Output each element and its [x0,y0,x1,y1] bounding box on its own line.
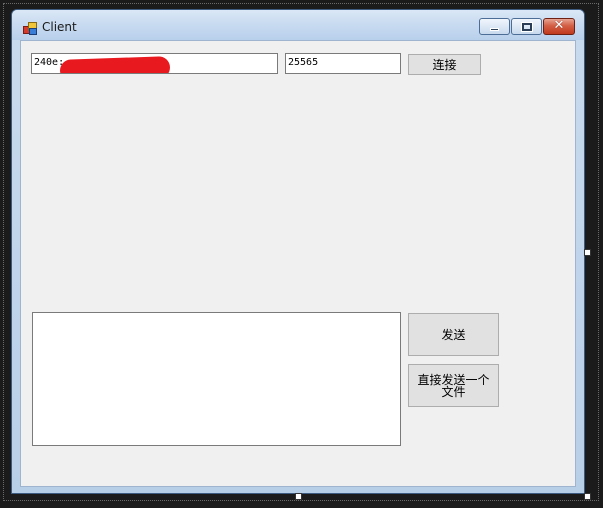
redaction-mark [59,56,171,73]
caption-buttons: ✕ [479,18,575,36]
message-textarea[interactable] [32,312,401,446]
send-button[interactable]: 发送 [408,313,499,356]
send-file-button-label: 直接发送一个文件 [417,372,490,399]
maximize-button[interactable] [511,18,542,35]
port-input-value: 25565 [288,57,319,68]
connect-button-label: 连接 [432,57,457,72]
close-button[interactable]: ✕ [543,18,575,35]
send-file-button[interactable]: 直接发送一个文件 [408,364,499,407]
client-area: 240e: 25565 连接 发送 直接发送一个文件 [20,40,576,487]
maximize-icon [521,22,533,32]
title-bar[interactable]: Client ✕ [12,10,584,40]
connect-button[interactable]: 连接 [408,54,481,75]
address-input[interactable]: 240e: [31,53,278,74]
resize-handle-bottom[interactable] [295,493,302,500]
resize-handle-corner[interactable] [584,493,591,500]
minimize-icon [490,28,499,31]
minimize-button[interactable] [479,18,510,35]
port-input[interactable]: 25565 [285,53,401,74]
close-icon: ✕ [553,18,565,33]
send-button-label: 发送 [441,327,466,342]
client-window: Client ✕ 240e: 25565 连接 发送 直接发送一个文件 [11,9,585,494]
window-title: Client [42,20,77,34]
resize-handle-right[interactable] [584,249,591,256]
app-icon [23,22,37,35]
